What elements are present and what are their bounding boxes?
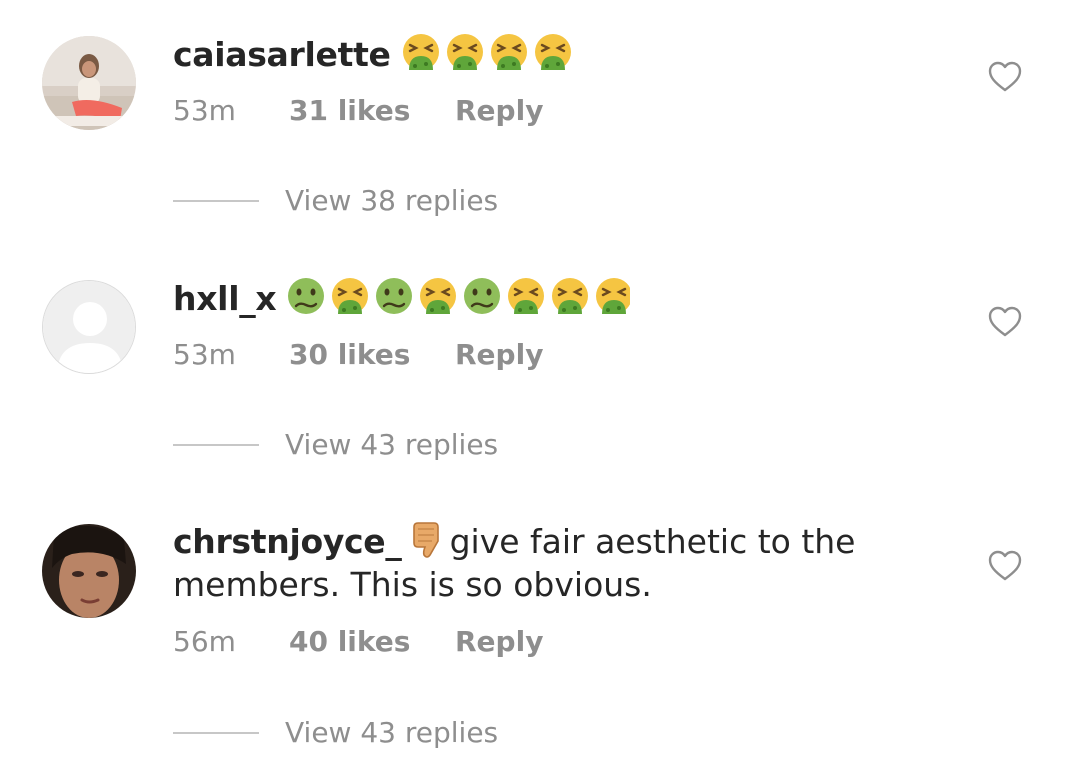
- reply-button[interactable]: Reply: [455, 93, 543, 129]
- view-replies-label[interactable]: View 43 replies: [285, 425, 498, 465]
- username[interactable]: chrstnjoyce_: [173, 522, 402, 561]
- reply-button[interactable]: Reply: [455, 624, 543, 660]
- username[interactable]: hxll_x: [173, 279, 277, 318]
- timestamp: 53m: [173, 94, 236, 127]
- avatar[interactable]: [42, 280, 136, 374]
- likes-count[interactable]: 30 likes: [289, 337, 410, 373]
- heart-icon[interactable]: [988, 61, 1022, 93]
- timestamp: 53m: [173, 338, 236, 371]
- thumbs-down-icon: [412, 521, 442, 569]
- timestamp: 56m: [173, 625, 236, 658]
- view-replies-button[interactable]: View 43 replies: [173, 425, 673, 465]
- view-replies-button[interactable]: View 38 replies: [173, 181, 673, 221]
- vomit-emoji-row: [401, 32, 573, 72]
- likes-count[interactable]: 31 likes: [289, 93, 410, 129]
- comment-body-line-2: members. This is so obvious.: [173, 565, 652, 604]
- heart-icon[interactable]: [988, 550, 1022, 582]
- username[interactable]: caiasarlette: [173, 35, 391, 74]
- comment-body-line-1: give fair aesthetic to the: [449, 522, 856, 561]
- likes-count[interactable]: 40 likes: [289, 624, 410, 660]
- avatar[interactable]: [42, 36, 136, 130]
- replies-divider: [173, 732, 259, 734]
- comment-text: caiasarlette: [173, 32, 573, 76]
- heart-icon[interactable]: [988, 306, 1022, 338]
- avatar[interactable]: [42, 524, 136, 618]
- vomit-emoji-row: [286, 276, 631, 316]
- reply-button[interactable]: Reply: [455, 337, 543, 373]
- comment-text: hxll_x: [173, 276, 631, 320]
- view-replies-label[interactable]: View 43 replies: [285, 713, 498, 753]
- comment-text-continued: members. This is so obvious.: [173, 563, 652, 606]
- view-replies-button[interactable]: View 43 replies: [173, 713, 673, 753]
- view-replies-label[interactable]: View 38 replies: [285, 181, 498, 221]
- replies-divider: [173, 444, 259, 446]
- replies-divider: [173, 200, 259, 202]
- comment-text: chrstnjoyce_ give fair aesthetic to the: [173, 520, 855, 569]
